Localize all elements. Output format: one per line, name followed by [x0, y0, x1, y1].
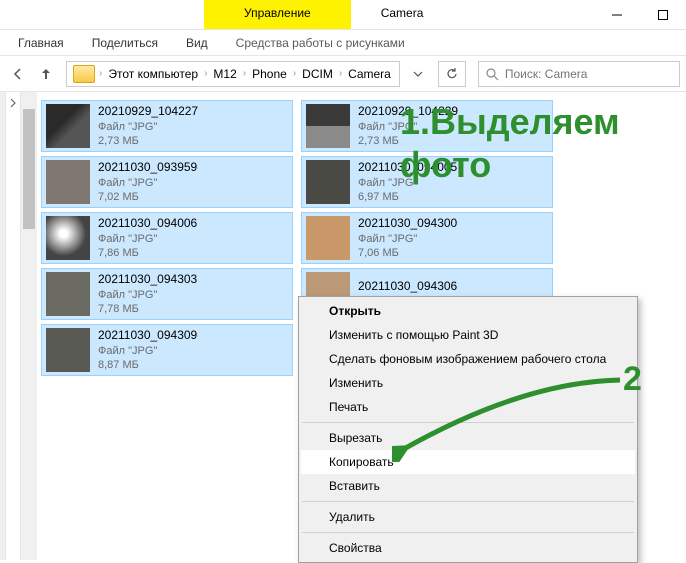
- file-size: 7,86 МБ: [98, 246, 197, 260]
- file-thumbnail: [46, 160, 90, 204]
- file-size: 6,97 МБ: [358, 190, 457, 204]
- menu-edit-paint3d[interactable]: Изменить с помощью Paint 3D: [301, 323, 635, 347]
- address-dropdown[interactable]: [406, 69, 430, 79]
- context-menu: Открыть Изменить с помощью Paint 3D Сдел…: [298, 296, 638, 563]
- file-thumbnail: [46, 328, 90, 372]
- file-name: 20211030_094005: [358, 160, 457, 176]
- file-type: Файл "JPG": [358, 176, 457, 190]
- file-name: 20211030_093959: [98, 160, 197, 176]
- ribbon-context-tab[interactable]: Управление: [204, 0, 351, 29]
- scrollbar-vertical[interactable]: [20, 92, 37, 560]
- menu-paste[interactable]: Вставить: [301, 474, 635, 498]
- titlebar: Управление Camera: [0, 0, 686, 30]
- tab-view[interactable]: Вид: [174, 32, 220, 54]
- file-size: 7,78 МБ: [98, 302, 197, 316]
- menu-properties[interactable]: Свойства: [301, 536, 635, 560]
- window-title: Camera: [351, 0, 454, 29]
- crumb[interactable]: Phone: [250, 67, 289, 81]
- file-type: Файл "JPG": [98, 288, 197, 302]
- menu-copy[interactable]: Копировать: [301, 450, 635, 474]
- menu-print[interactable]: Печать: [301, 395, 635, 419]
- search-icon: [485, 67, 499, 81]
- tab-picture-tools[interactable]: Средства работы с рисунками: [224, 32, 417, 54]
- file-thumbnail: [306, 160, 350, 204]
- up-button[interactable]: [34, 62, 58, 86]
- maximize-button[interactable]: [640, 0, 686, 29]
- file-size: 7,02 МБ: [98, 190, 197, 204]
- file-thumbnail: [46, 216, 90, 260]
- refresh-button[interactable]: [438, 61, 466, 87]
- file-name: 20211030_094300: [358, 216, 457, 232]
- file-type: Файл "JPG": [98, 120, 198, 134]
- breadcrumb[interactable]: › Этот компьютер › M12 › Phone › DCIM › …: [66, 61, 400, 87]
- file-type: Файл "JPG": [358, 232, 457, 246]
- folder-icon: [73, 65, 95, 83]
- chevron-right-icon: ›: [339, 68, 342, 79]
- search-input[interactable]: [505, 67, 673, 81]
- menu-separator: [302, 422, 634, 423]
- file-type: Файл "JPG": [98, 232, 197, 246]
- menu-separator: [302, 501, 634, 502]
- crumb[interactable]: Этот компьютер: [106, 67, 200, 81]
- chevron-right-icon: ›: [99, 68, 102, 79]
- file-item[interactable]: 20210929_104229Файл "JPG"2,73 МБ: [301, 100, 553, 152]
- file-size: 8,87 МБ: [98, 358, 197, 372]
- menu-cut[interactable]: Вырезать: [301, 426, 635, 450]
- chevron-right-icon: ›: [243, 68, 246, 79]
- minimize-button[interactable]: [594, 0, 640, 29]
- file-name: 20211030_094303: [98, 272, 197, 288]
- chevron-right-icon: ›: [293, 68, 296, 79]
- file-item[interactable]: 20211030_094309Файл "JPG"8,87 МБ: [41, 324, 293, 376]
- file-name: 20211030_094006: [98, 216, 197, 232]
- file-thumbnail: [46, 272, 90, 316]
- file-type: Файл "JPG": [358, 120, 458, 134]
- file-type: Файл "JPG": [98, 176, 197, 190]
- crumb[interactable]: M12: [211, 67, 238, 81]
- address-bar-row: › Этот компьютер › M12 › Phone › DCIM › …: [0, 56, 686, 92]
- menu-edit[interactable]: Изменить: [301, 371, 635, 395]
- tab-home[interactable]: Главная: [6, 32, 76, 54]
- file-item[interactable]: 20211030_093959Файл "JPG"7,02 МБ: [41, 156, 293, 208]
- file-name: 20211030_094306: [358, 279, 457, 295]
- file-size: 7,06 МБ: [358, 246, 457, 260]
- file-item[interactable]: 20211030_094303Файл "JPG"7,78 МБ: [41, 268, 293, 320]
- menu-separator: [302, 532, 634, 533]
- menu-set-wallpaper[interactable]: Сделать фоновым изображением рабочего ст…: [301, 347, 635, 371]
- search-box[interactable]: [478, 61, 680, 87]
- crumb[interactable]: Camera: [346, 67, 393, 81]
- file-item[interactable]: 20211030_094300Файл "JPG"7,06 МБ: [301, 212, 553, 264]
- file-thumbnail: [46, 104, 90, 148]
- tab-share[interactable]: Поделиться: [80, 32, 170, 54]
- chevron-right-icon: ›: [204, 68, 207, 79]
- file-size: 2,73 МБ: [98, 134, 198, 148]
- file-thumbnail: [306, 216, 350, 260]
- file-item[interactable]: 20210929_104227Файл "JPG"2,73 МБ: [41, 100, 293, 152]
- back-button[interactable]: [6, 62, 30, 86]
- ribbon-tabs: Главная Поделиться Вид Средства работы с…: [0, 30, 686, 56]
- file-item[interactable]: 20211030_094006Файл "JPG"7,86 МБ: [41, 212, 293, 264]
- menu-open[interactable]: Открыть: [301, 299, 635, 323]
- file-item[interactable]: 20211030_094005Файл "JPG"6,97 МБ: [301, 156, 553, 208]
- crumb[interactable]: DCIM: [300, 67, 335, 81]
- menu-delete[interactable]: Удалить: [301, 505, 635, 529]
- nav-pane-toggle[interactable]: [6, 92, 20, 560]
- scroll-thumb[interactable]: [23, 109, 35, 229]
- file-name: 20211030_094309: [98, 328, 197, 344]
- file-name: 20210929_104227: [98, 104, 198, 120]
- file-size: 2,73 МБ: [358, 134, 458, 148]
- file-thumbnail: [306, 104, 350, 148]
- file-type: Файл "JPG": [98, 344, 197, 358]
- file-name: 20210929_104229: [358, 104, 458, 120]
